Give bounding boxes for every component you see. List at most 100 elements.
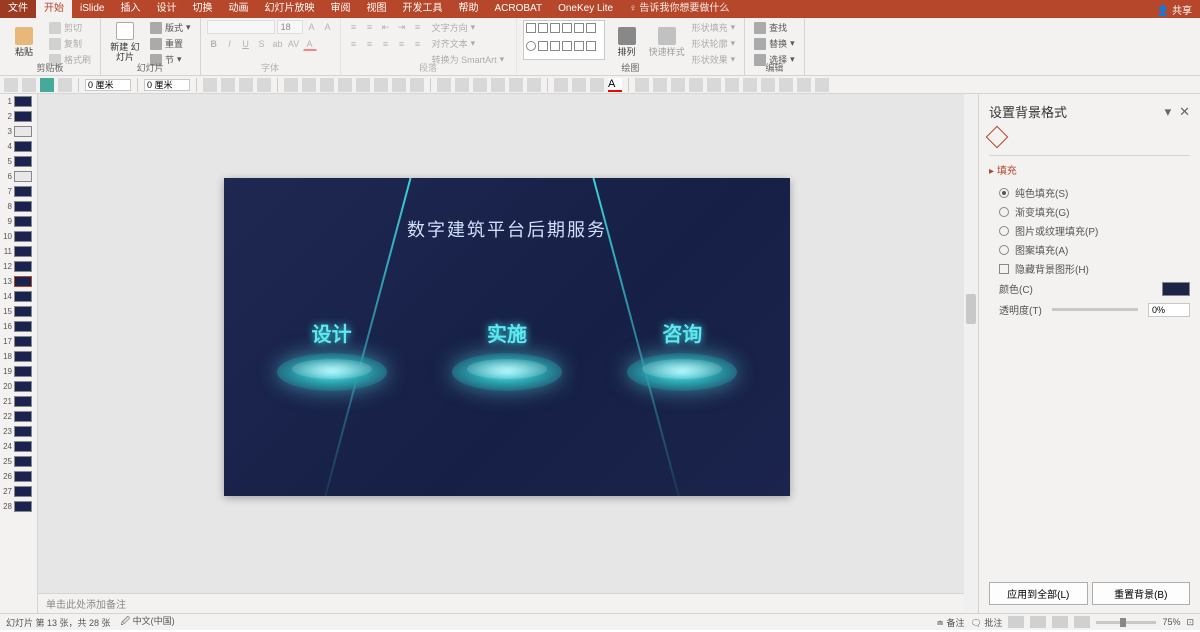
slide-thumbnail[interactable]: 11 (0, 244, 37, 259)
numbering-button[interactable]: ≡ (363, 20, 377, 34)
reset-button[interactable]: 重置 (147, 36, 194, 51)
tb2-button[interactable] (437, 78, 451, 92)
align-text-button[interactable]: 对齐文本 ▾ (429, 36, 508, 51)
tab-design[interactable]: 设计 (148, 0, 184, 18)
shrink-font-button[interactable]: A (321, 20, 335, 34)
color-picker-button[interactable] (1162, 282, 1190, 296)
font-size-input[interactable] (277, 20, 303, 34)
find-button[interactable]: 查找 (751, 20, 798, 35)
slide-thumbnail[interactable]: 3 (0, 124, 37, 139)
tb2-button[interactable] (374, 78, 388, 92)
tab-transitions[interactable]: 切换 (184, 0, 220, 18)
tb2-button[interactable] (635, 78, 649, 92)
slide-thumbnail[interactable]: 1 (0, 94, 37, 109)
tb2-button[interactable] (653, 78, 667, 92)
indent-dec-button[interactable]: ⇤ (379, 20, 393, 34)
transparency-slider[interactable] (1052, 308, 1138, 311)
shape-fill-button[interactable]: 形状填充 ▾ (689, 20, 739, 35)
language-indicator[interactable]: 🖉 中文(中国) (121, 614, 175, 630)
normal-view-button[interactable] (1008, 616, 1024, 628)
tb2-button[interactable] (743, 78, 757, 92)
slide-thumbnail[interactable]: 22 (0, 409, 37, 424)
tb2-button[interactable] (40, 78, 54, 92)
tb2-button[interactable] (410, 78, 424, 92)
tb2-button[interactable] (491, 78, 505, 92)
tb2-button[interactable] (22, 78, 36, 92)
picture-fill-radio[interactable]: 图片或纹理填充(P) (989, 221, 1190, 240)
pattern-fill-radio[interactable]: 图案填充(A) (989, 240, 1190, 259)
tab-slideshow[interactable]: 幻灯片放映 (256, 0, 322, 18)
tb2-button[interactable] (590, 78, 604, 92)
tb2-button[interactable] (689, 78, 703, 92)
indent-inc-button[interactable]: ⇥ (395, 20, 409, 34)
pos-y-input[interactable] (144, 79, 190, 91)
tb2-button[interactable] (815, 78, 829, 92)
slide-thumbnail[interactable]: 5 (0, 154, 37, 169)
tb2-button[interactable]: A (608, 78, 622, 92)
tab-islide[interactable]: iSlide (72, 0, 112, 18)
slide-thumbnail[interactable]: 8 (0, 199, 37, 214)
tb2-button[interactable] (203, 78, 217, 92)
tb2-button[interactable] (221, 78, 235, 92)
tab-view[interactable]: 视图 (358, 0, 394, 18)
slide-thumbnail[interactable]: 12 (0, 259, 37, 274)
tb2-button[interactable] (779, 78, 793, 92)
columns-button[interactable]: ≡ (411, 37, 425, 51)
tell-me-search[interactable]: ♀ 告诉我你想要做什么 (621, 0, 737, 18)
font-family-input[interactable] (207, 20, 275, 34)
share-button[interactable]: 👤 共享 (1157, 2, 1192, 17)
slide-thumbnail[interactable]: 2 (0, 109, 37, 124)
tb2-button[interactable] (58, 78, 72, 92)
justify-button[interactable]: ≡ (395, 37, 409, 51)
slide-thumbnail[interactable]: 21 (0, 394, 37, 409)
slide-thumbnail[interactable]: 28 (0, 499, 37, 514)
paste-button[interactable]: 粘贴 (6, 20, 42, 64)
shapes-gallery[interactable] (523, 20, 605, 60)
hide-bg-graphics-check[interactable]: 隐藏背景图形(H) (989, 259, 1190, 278)
slide-thumbnail[interactable]: 20 (0, 379, 37, 394)
sorter-view-button[interactable] (1030, 616, 1046, 628)
quick-styles-button[interactable]: 快速样式 (649, 20, 685, 64)
comments-toggle[interactable]: 🗨 批注 (970, 616, 1002, 629)
zoom-slider[interactable] (1096, 621, 1156, 624)
tb2-button[interactable] (338, 78, 352, 92)
tb2-button[interactable] (761, 78, 775, 92)
fill-mode-icon[interactable] (986, 126, 1009, 149)
copy-button[interactable]: 复制 (46, 36, 94, 51)
scrollbar-thumb[interactable] (966, 294, 976, 324)
gradient-fill-radio[interactable]: 渐变填充(G) (989, 202, 1190, 221)
tb2-button[interactable] (797, 78, 811, 92)
slide-thumbnails[interactable]: 1234567891011121314151617181920212223242… (0, 94, 38, 613)
align-center-button[interactable]: ≡ (363, 37, 377, 51)
align-right-button[interactable]: ≡ (379, 37, 393, 51)
solid-fill-radio[interactable]: 纯色填充(S) (989, 183, 1190, 202)
underline-button[interactable]: U (239, 37, 253, 51)
reading-view-button[interactable] (1052, 616, 1068, 628)
slide-thumbnail[interactable]: 9 (0, 214, 37, 229)
bold-button[interactable]: B (207, 37, 221, 51)
tb2-button[interactable] (473, 78, 487, 92)
tb2-button[interactable] (239, 78, 253, 92)
slide-thumbnail[interactable]: 26 (0, 469, 37, 484)
tb2-button[interactable] (671, 78, 685, 92)
fit-window-button[interactable]: ⊡ (1186, 617, 1194, 628)
tab-home[interactable]: 开始 (36, 0, 72, 18)
tb2-button[interactable] (356, 78, 370, 92)
tb2-button[interactable] (257, 78, 271, 92)
bullets-button[interactable]: ≡ (347, 20, 361, 34)
tb2-button[interactable] (392, 78, 406, 92)
tb2-button[interactable] (707, 78, 721, 92)
strike-button[interactable]: S (255, 37, 269, 51)
italic-button[interactable]: I (223, 37, 237, 51)
tb2-button[interactable] (725, 78, 739, 92)
tab-onekey[interactable]: OneKey Lite (550, 0, 621, 18)
font-color-button[interactable]: A (303, 37, 317, 51)
tab-animations[interactable]: 动画 (220, 0, 256, 18)
transparency-input[interactable] (1148, 303, 1190, 317)
slide-canvas[interactable]: 数字建筑平台后期服务 设计 实施 咨询 单击此处添加备注 (38, 94, 978, 613)
tb2-button[interactable] (4, 78, 18, 92)
tab-acrobat[interactable]: ACROBAT (486, 0, 550, 18)
slide-thumbnail[interactable]: 15 (0, 304, 37, 319)
tb2-button[interactable] (572, 78, 586, 92)
fill-section-header[interactable]: ▸ 填充 (989, 162, 1190, 177)
